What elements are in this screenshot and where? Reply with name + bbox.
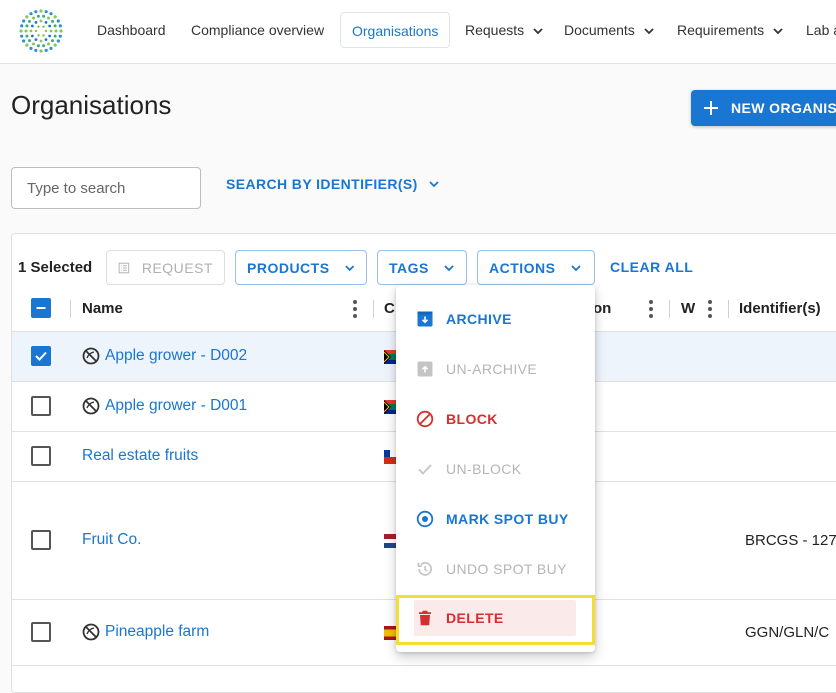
organisation-name: Fruit Co. bbox=[82, 531, 142, 548]
new-organisation-button[interactable]: NEW ORGANIS bbox=[691, 90, 836, 126]
nav-requirements[interactable]: Requirements bbox=[677, 12, 784, 48]
radio-target-icon bbox=[416, 510, 434, 528]
chevron-down-icon bbox=[570, 264, 581, 271]
top-navigation-bar: Dashboard Compliance overview Organisati… bbox=[0, 0, 836, 64]
menu-item-unarchive[interactable]: UN-ARCHIVE bbox=[416, 351, 537, 387]
page-title: Organisations bbox=[11, 90, 172, 120]
search-by-identifier-label: SEARCH BY IDENTIFIER(S) bbox=[226, 176, 418, 192]
search-input[interactable] bbox=[11, 167, 201, 209]
logo-icon[interactable] bbox=[17, 7, 65, 55]
organisation-name-link[interactable]: Apple grower - D001 bbox=[82, 397, 247, 415]
organisation-name: Apple grower - D001 bbox=[105, 397, 248, 414]
menu-item-archive[interactable]: ARCHIVE bbox=[416, 301, 512, 337]
organisation-name: Pineapple farm bbox=[105, 623, 210, 640]
indeterminate-icon bbox=[36, 307, 46, 309]
column-menu-icon[interactable] bbox=[353, 300, 357, 318]
organisation-name-link[interactable]: Fruit Co. bbox=[82, 531, 141, 549]
request-label: REQUEST bbox=[141, 259, 213, 276]
actions-label: ACTIONS bbox=[489, 259, 556, 276]
nav-lab[interactable]: Lab a bbox=[806, 12, 836, 48]
menu-item-unblock-label: UN-BLOCK bbox=[446, 461, 522, 477]
chevron-down-icon bbox=[773, 28, 783, 35]
archive-icon bbox=[417, 311, 433, 327]
blocked-icon bbox=[82, 623, 100, 641]
menu-item-block[interactable]: BLOCK bbox=[416, 401, 498, 437]
actions-menu: ARCHIVE UN-ARCHIVE BLOCK UN-BLOCK MARK S… bbox=[396, 285, 595, 652]
column-separator[interactable] bbox=[728, 300, 729, 318]
products-button[interactable]: PRODUCTS bbox=[235, 250, 367, 285]
identifier-value: GGN/GLN/C bbox=[745, 624, 830, 641]
menu-item-archive-label: ARCHIVE bbox=[446, 311, 512, 327]
organisation-name: Real estate fruits bbox=[82, 447, 199, 464]
menu-item-undo-spot-buy-label: UNDO SPOT BUY bbox=[446, 561, 567, 577]
organisation-name-link[interactable]: Pineapple farm bbox=[82, 623, 209, 641]
column-header-country[interactable]: C bbox=[384, 300, 395, 317]
identifier-value: BRCGS - 127 bbox=[745, 532, 836, 549]
column-menu-icon[interactable] bbox=[708, 300, 712, 318]
column-header-location[interactable]: on bbox=[593, 300, 611, 317]
menu-item-block-label: BLOCK bbox=[446, 411, 498, 427]
tags-label: TAGS bbox=[389, 259, 429, 276]
nav-documents-label: Documents bbox=[564, 22, 635, 38]
row-checkbox[interactable] bbox=[31, 446, 51, 466]
column-separator[interactable] bbox=[669, 300, 670, 318]
history-icon bbox=[417, 562, 433, 576]
column-header-identifiers[interactable]: Identifier(s) bbox=[739, 300, 821, 317]
blocked-icon bbox=[82, 397, 100, 415]
plus-icon bbox=[704, 101, 718, 115]
nav-requests-label: Requests bbox=[465, 22, 525, 38]
select-all-checkbox[interactable] bbox=[31, 298, 51, 318]
search-by-identifier-button[interactable]: SEARCH BY IDENTIFIER(S) bbox=[226, 176, 440, 192]
request-button[interactable]: REQUEST bbox=[106, 250, 225, 285]
row-checkbox[interactable] bbox=[31, 346, 51, 366]
tags-button[interactable]: TAGS bbox=[377, 250, 467, 285]
column-header-w[interactable]: W bbox=[681, 300, 695, 317]
chevron-down-icon bbox=[644, 28, 654, 35]
nav-requirements-label: Requirements bbox=[677, 22, 765, 38]
menu-item-unblock[interactable]: UN-BLOCK bbox=[416, 451, 522, 487]
chevron-down-icon bbox=[344, 264, 354, 271]
clear-all-button[interactable]: CLEAR ALL bbox=[610, 259, 693, 275]
check-icon bbox=[35, 351, 47, 361]
row-checkbox[interactable] bbox=[31, 530, 51, 550]
blocked-icon bbox=[82, 347, 100, 365]
row-checkbox[interactable] bbox=[31, 622, 51, 642]
unarchive-icon bbox=[417, 361, 433, 377]
nav-organisations[interactable]: Organisations bbox=[340, 12, 451, 48]
organisation-name-link[interactable]: Apple grower - D002 bbox=[82, 347, 247, 365]
actions-button[interactable]: ACTIONS bbox=[477, 250, 595, 285]
column-separator[interactable] bbox=[373, 300, 374, 318]
nav-requests[interactable]: Requests bbox=[465, 12, 544, 48]
column-separator[interactable] bbox=[70, 300, 71, 318]
nav-compliance-overview[interactable]: Compliance overview bbox=[191, 12, 324, 48]
list-icon bbox=[118, 262, 130, 273]
selected-count: 1 Selected bbox=[18, 259, 93, 276]
chevron-down-icon bbox=[533, 28, 543, 35]
nav-documents[interactable]: Documents bbox=[564, 12, 655, 48]
menu-item-mark-spot-buy[interactable]: MARK SPOT BUY bbox=[416, 501, 569, 537]
products-label: PRODUCTS bbox=[247, 259, 330, 276]
nav-dashboard[interactable]: Dashboard bbox=[97, 12, 166, 48]
column-header-name[interactable]: Name bbox=[82, 300, 123, 317]
new-organisation-label: NEW ORGANIS bbox=[731, 100, 836, 116]
row-checkbox[interactable] bbox=[31, 396, 51, 416]
organisation-name-link[interactable]: Real estate fruits bbox=[82, 447, 198, 465]
menu-item-unarchive-label: UN-ARCHIVE bbox=[446, 361, 538, 377]
check-icon bbox=[418, 464, 432, 475]
organisation-name: Apple grower - D002 bbox=[105, 347, 248, 364]
delete-highlight-frame bbox=[396, 595, 595, 645]
column-menu-icon[interactable] bbox=[649, 300, 653, 318]
menu-item-mark-spot-buy-label: MARK SPOT BUY bbox=[446, 511, 569, 527]
menu-item-undo-spot-buy[interactable]: UNDO SPOT BUY bbox=[416, 551, 567, 587]
block-icon bbox=[416, 410, 434, 428]
chevron-down-icon bbox=[444, 264, 454, 271]
chevron-down-icon bbox=[429, 181, 439, 188]
